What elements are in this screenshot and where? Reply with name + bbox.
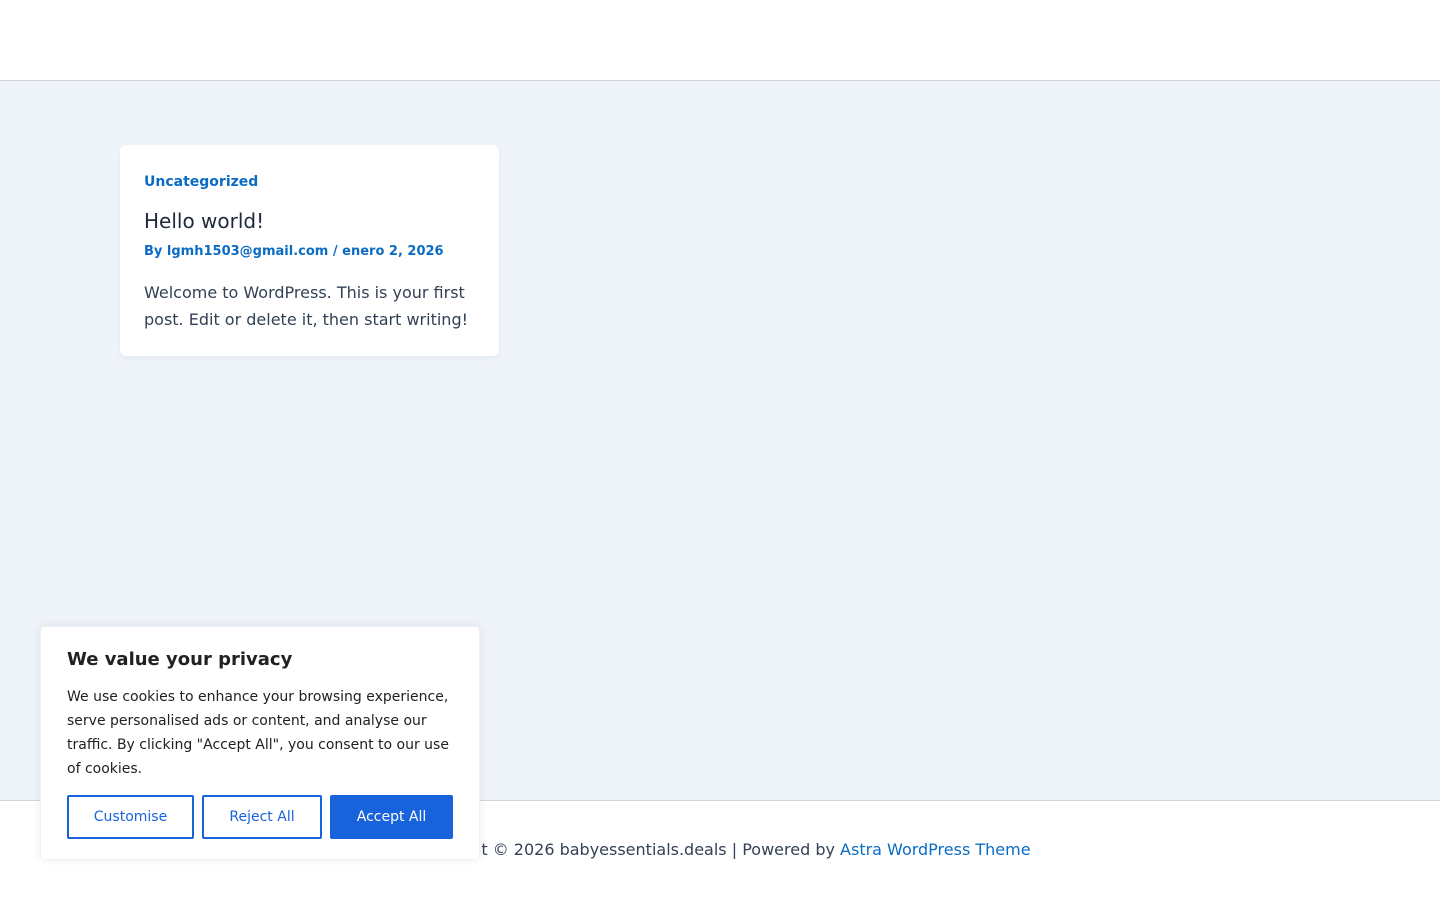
customise-button[interactable]: Customise — [67, 795, 194, 839]
post-category-link[interactable]: Uncategorized — [144, 173, 475, 191]
post-meta: By lgmh1503@gmail.com / enero 2, 2026 — [144, 243, 475, 261]
site-header — [0, 0, 1440, 81]
post-author-link[interactable]: lgmh1503@gmail.com — [167, 244, 328, 259]
post-meta-prefix: By — [144, 244, 167, 259]
cookie-button-group: Customise Reject All Accept All — [67, 795, 453, 839]
cookie-consent-banner: We value your privacy We use cookies to … — [40, 626, 480, 860]
post-meta-separator: / — [328, 244, 343, 259]
post-excerpt: Welcome to WordPress. This is your first… — [144, 283, 469, 329]
post-card: Uncategorized Hello world! By lgmh1503@g… — [120, 145, 499, 356]
post-title[interactable]: Hello world! — [144, 209, 475, 233]
accept-all-button[interactable]: Accept All — [330, 795, 453, 839]
reject-all-button[interactable]: Reject All — [202, 795, 322, 839]
post-date-link[interactable]: enero 2, 2026 — [342, 244, 443, 259]
cookie-banner-title: We value your privacy — [67, 649, 293, 670]
footer-theme-link[interactable]: Astra WordPress Theme — [840, 840, 1031, 859]
cookie-banner-text: We use cookies to enhance your browsing … — [67, 689, 449, 777]
